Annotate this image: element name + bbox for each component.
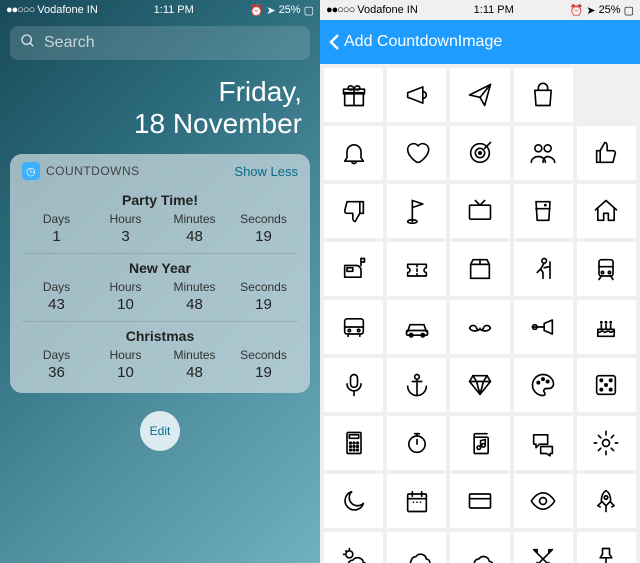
- box-icon[interactable]: [450, 242, 509, 296]
- cloud-rain-icon[interactable]: [387, 532, 446, 563]
- date-label: Friday, 18 November: [0, 66, 320, 154]
- back-button[interactable]: Add Countdown: [328, 32, 458, 52]
- carrier-label: Vodafone IN: [357, 4, 418, 16]
- signal-dots-icon: ●●○○○: [6, 4, 34, 16]
- rocket-icon[interactable]: [577, 474, 636, 528]
- calendar-icon[interactable]: [387, 474, 446, 528]
- diamond-icon[interactable]: [450, 358, 509, 412]
- alarm-icon: ⏰: [570, 4, 584, 17]
- train-icon[interactable]: [577, 242, 636, 296]
- carrier-label: Vodafone IN: [37, 4, 98, 16]
- countdown-seconds: Seconds19: [229, 348, 298, 381]
- countdown-hours: Hours3: [91, 212, 160, 245]
- status-bar: ●●○○○Vodafone IN 1:11 PM ⏰➤ 25%▢: [0, 0, 320, 20]
- countdown-seconds: Seconds19: [229, 280, 298, 313]
- countdown-hours: Hours10: [91, 348, 160, 381]
- house-icon[interactable]: [577, 184, 636, 238]
- nav-bar: Add Countdown Image: [320, 20, 640, 64]
- moon-icon[interactable]: [324, 474, 383, 528]
- megaphone-icon[interactable]: [387, 68, 446, 122]
- countdown-title: New Year: [22, 260, 298, 276]
- chat-bubbles-icon[interactable]: [514, 416, 573, 470]
- dice-icon[interactable]: [577, 358, 636, 412]
- car-icon[interactable]: [387, 300, 446, 354]
- signal-dots-icon: ●●○○○: [326, 4, 354, 16]
- calculator-icon[interactable]: [324, 416, 383, 470]
- tv-icon[interactable]: [450, 184, 509, 238]
- bell-icon[interactable]: [324, 126, 383, 180]
- countdown-days: Days43: [22, 280, 91, 313]
- shopping-bag-icon[interactable]: [514, 68, 573, 122]
- countdown-row[interactable]: Christmas Days36Hours10Minutes48Seconds19: [22, 321, 298, 389]
- location-icon: ➤: [586, 4, 595, 17]
- spacer-icon: [577, 68, 636, 122]
- clock-label: 1:11 PM: [474, 4, 514, 16]
- target-icon[interactable]: [450, 126, 509, 180]
- chevron-left-icon: [328, 32, 342, 52]
- battery-icon: ▢: [304, 4, 314, 17]
- widget-title: COUNTDOWNS: [46, 164, 140, 178]
- battery-pct: 25%: [599, 4, 621, 16]
- credit-card-icon[interactable]: [450, 474, 509, 528]
- clock-label: 1:11 PM: [154, 4, 194, 16]
- countdown-days: Days36: [22, 348, 91, 381]
- show-less-button[interactable]: Show Less: [234, 164, 298, 179]
- cloud-icon[interactable]: [450, 532, 509, 563]
- countdown-minutes: Minutes48: [160, 348, 229, 381]
- trumpet-icon[interactable]: [514, 300, 573, 354]
- search-input[interactable]: [44, 34, 300, 52]
- gear-icon[interactable]: [577, 416, 636, 470]
- palette-icon[interactable]: [514, 358, 573, 412]
- today-view-screen: ●●○○○Vodafone IN 1:11 PM ⏰➤ 25%▢ Friday, …: [0, 0, 320, 563]
- bus-icon[interactable]: [324, 300, 383, 354]
- paper-plane-icon[interactable]: [450, 68, 509, 122]
- battery-icon: ▢: [624, 4, 634, 17]
- status-bar: ●●○○○Vodafone IN 1:11 PM ⏰➤ 25%▢: [320, 0, 640, 20]
- eye-icon[interactable]: [514, 474, 573, 528]
- edit-button[interactable]: Edit: [140, 411, 180, 451]
- gift-icon[interactable]: [324, 68, 383, 122]
- countdown-hours: Hours10: [91, 280, 160, 313]
- countdown-minutes: Minutes48: [160, 280, 229, 313]
- alarm-icon: ⏰: [250, 4, 264, 17]
- thumbs-up-icon[interactable]: [577, 126, 636, 180]
- countdowns-app-icon: ◷: [22, 162, 40, 180]
- cloud-sun-icon[interactable]: [324, 532, 383, 563]
- people-icon[interactable]: [514, 126, 573, 180]
- countdown-title: Party Time!: [22, 192, 298, 208]
- countdown-seconds: Seconds19: [229, 212, 298, 245]
- hiker-icon[interactable]: [514, 242, 573, 296]
- mailbox-icon[interactable]: [324, 242, 383, 296]
- countdown-minutes: Minutes48: [160, 212, 229, 245]
- glass-icon[interactable]: [514, 184, 573, 238]
- nav-title: Image: [458, 33, 502, 51]
- thumbs-down-icon[interactable]: [324, 184, 383, 238]
- image-picker-screen: ●●○○○Vodafone IN 1:11 PM ⏰➤ 25%▢ Add Coun…: [320, 0, 640, 563]
- search-icon: [20, 33, 36, 54]
- microphone-icon[interactable]: [324, 358, 383, 412]
- search-bar[interactable]: [10, 26, 310, 60]
- cake-icon[interactable]: [577, 300, 636, 354]
- pushpin-icon[interactable]: [577, 532, 636, 563]
- anchor-icon[interactable]: [387, 358, 446, 412]
- battery-pct: 25%: [279, 4, 301, 16]
- countdowns-widget: ◷COUNTDOWNS Show Less Party Time!Days1Ho…: [10, 154, 310, 393]
- golf-flag-icon[interactable]: [387, 184, 446, 238]
- countdown-days: Days1: [22, 212, 91, 245]
- stopwatch-icon[interactable]: [387, 416, 446, 470]
- location-icon: ➤: [266, 4, 275, 17]
- swords-icon[interactable]: [514, 532, 573, 563]
- ticket-icon[interactable]: [387, 242, 446, 296]
- music-files-icon[interactable]: [450, 416, 509, 470]
- countdown-row[interactable]: New Year Days43Hours10Minutes48Seconds19: [22, 253, 298, 321]
- countdown-row[interactable]: Party Time! Days1Hours3Minutes48Seconds19: [22, 186, 298, 253]
- mustache-icon[interactable]: [450, 300, 509, 354]
- heart-icon[interactable]: [387, 126, 446, 180]
- icon-grid: [320, 64, 640, 563]
- countdown-title: Christmas: [22, 328, 298, 344]
